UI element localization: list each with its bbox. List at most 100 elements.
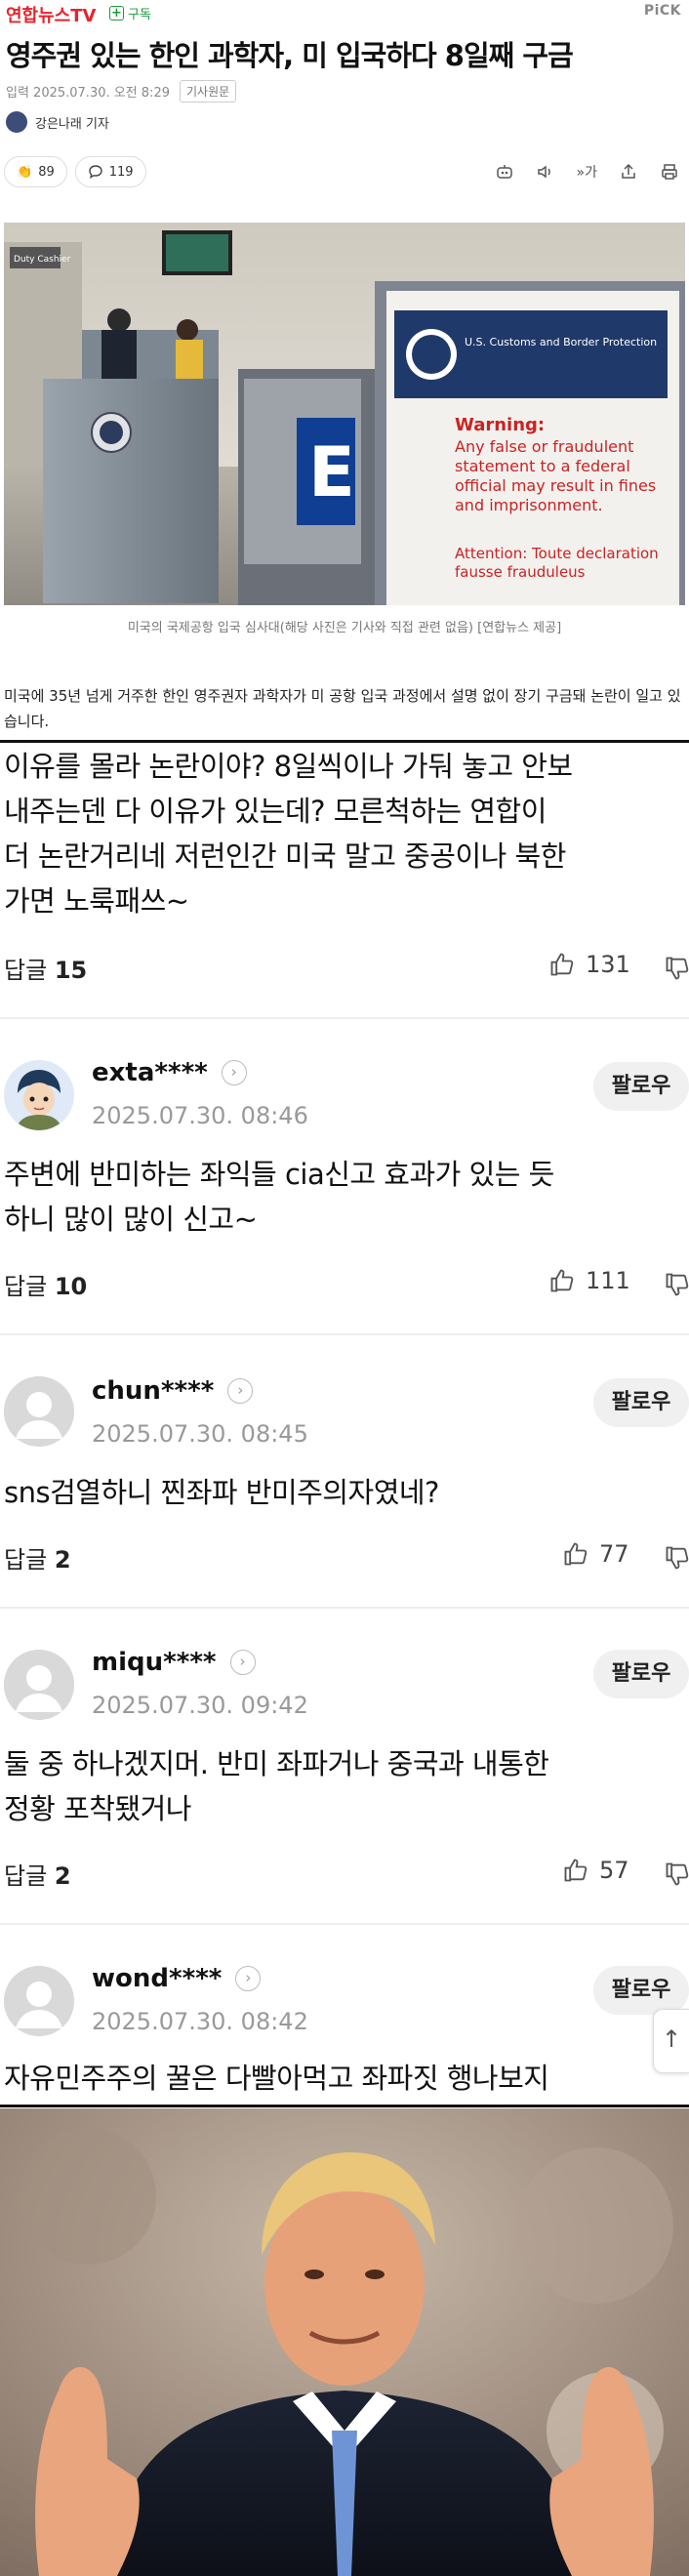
thumbs-down-icon[interactable] xyxy=(664,1271,689,1298)
like-button[interactable]: 111 xyxy=(548,1267,630,1294)
comment-date: 2025.07.30. 08:42 xyxy=(92,2008,308,2035)
reaction-button[interactable]: 👏 89 xyxy=(4,156,67,187)
section-separator xyxy=(0,740,689,743)
comment-line: 더 논란거리네 저런인간 미국 말고 중공이나 북한 xyxy=(4,839,566,873)
reply-button[interactable]: 답글 2 xyxy=(4,1857,71,1891)
comment-count-button[interactable]: 119 xyxy=(74,156,146,187)
comment-line: 주변에 반미하는 좌익들 cia신고 효과가 있는 듯 xyxy=(4,1158,554,1191)
clap-emoji-icon: 👏 xyxy=(17,164,33,180)
speaker-icon[interactable] xyxy=(536,162,555,182)
thumbs-down-icon[interactable] xyxy=(664,1860,689,1888)
reply-button[interactable]: 답글 10 xyxy=(4,1267,87,1301)
avatar[interactable] xyxy=(4,1966,74,2036)
reporter-name: 강은나래 기자 xyxy=(35,116,109,132)
pick-badge: PiCK xyxy=(643,3,681,19)
like-button[interactable]: 77 xyxy=(562,1540,629,1568)
reporter-avatar xyxy=(6,111,27,133)
comment-footer: 답글 2 57 xyxy=(4,1857,689,1892)
username-text: wond**** xyxy=(92,1964,223,1993)
chevron-right-icon[interactable]: › xyxy=(221,1060,247,1085)
like-count: 77 xyxy=(599,1540,629,1568)
article-title: 영주권 있는 한인 과학자, 미 입국하다 8일째 구금 xyxy=(6,39,574,72)
summary-robot-icon[interactable] xyxy=(495,162,514,182)
app-header: 연합뉴스TV + 구독 PiCK xyxy=(0,0,689,29)
photo-sign-cbp: U.S. Customs and Border Protection xyxy=(465,336,657,348)
comment-body: 주변에 반미하는 좌익들 cia신고 효과가 있는 듯 하니 많이 많이 신고~ xyxy=(4,1152,554,1242)
thumbs-up-icon xyxy=(550,1269,574,1292)
follow-button[interactable]: 팔로우 xyxy=(593,1966,689,2015)
reply-count: 10 xyxy=(54,1273,88,1300)
article-lead: 미국에 35년 넘게 거주한 한인 영주권자 과학자가 미 공항 입국 과정에서… xyxy=(4,687,681,730)
thumbs-up-icon xyxy=(564,1542,588,1566)
photo-warning-body: Any false or fraudulent statement to a f… xyxy=(455,437,657,514)
avatar[interactable] xyxy=(4,1376,74,1447)
font-size-label: 가 xyxy=(585,165,597,181)
share-icon[interactable] xyxy=(619,162,638,182)
scroll-to-top-button[interactable]: ↑ xyxy=(653,2009,689,2073)
username-text: miqu**** xyxy=(92,1648,217,1677)
avatar[interactable] xyxy=(4,1060,74,1130)
section-separator xyxy=(0,2105,689,2107)
article-toolbar: »가 xyxy=(495,162,679,182)
reply-button[interactable]: 답글 15 xyxy=(4,951,87,985)
reply-count: 15 xyxy=(54,957,88,984)
comment-body: sns검열하니 찐좌파 반미주의자였네? xyxy=(4,1470,439,1515)
comment-line: 가면 노룩패쓰~ xyxy=(4,884,189,918)
font-size-button[interactable]: »가 xyxy=(577,162,597,182)
subscribe-label: 구독 xyxy=(128,8,151,22)
reply-label: 답글 xyxy=(4,957,48,984)
comment-footer: 답글 15 131 xyxy=(4,951,689,986)
original-article-link[interactable]: 기사원문 xyxy=(180,80,237,102)
comment-username[interactable]: exta**** › xyxy=(92,1058,247,1087)
thumbs-down-icon[interactable] xyxy=(664,955,689,982)
reaction-bar: 👏 89 119 xyxy=(4,156,146,187)
reply-label: 답글 xyxy=(4,1862,48,1890)
publish-date: 입력 2025.07.30. 오전 8:29 xyxy=(6,86,170,101)
reply-button[interactable]: 답글 2 xyxy=(4,1540,71,1574)
plus-icon: + xyxy=(109,6,124,20)
avatar[interactable] xyxy=(4,1650,74,1720)
reporter-byline[interactable]: 강은나래 기자 xyxy=(6,111,109,133)
photo-warning-title: Warning: xyxy=(455,415,545,435)
comment-line: 자유민주주의 꿀은 다빨아먹고 좌파짓 행나보지 xyxy=(4,2062,549,2095)
comment-line: 하니 많이 많이 신고~ xyxy=(4,1203,258,1236)
print-icon[interactable] xyxy=(660,162,679,182)
comment-line: 내주는덴 다 이유가 있는데? 모른척하는 연합이 xyxy=(4,795,547,828)
photo-attention: Attention: Toute declaration fausse frau… xyxy=(455,545,659,581)
comment-body: 자유민주주의 꿀은 다빨아먹고 좌파짓 행나보지 xyxy=(4,2056,549,2101)
reaction-count: 89 xyxy=(38,164,55,180)
follow-button[interactable]: 팔로우 xyxy=(593,1062,689,1111)
brand-logo[interactable]: 연합뉴스TV xyxy=(6,2,96,27)
comment-username[interactable]: chun**** › xyxy=(92,1376,254,1406)
comment-footer: 답글 10 111 xyxy=(4,1267,689,1302)
like-count: 111 xyxy=(586,1267,630,1294)
reply-count: 2 xyxy=(54,1862,71,1890)
reply-label: 답글 xyxy=(4,1546,48,1574)
comment-date: 2025.07.30. 09:42 xyxy=(92,1692,308,1719)
follow-button[interactable]: 팔로우 xyxy=(593,1650,689,1698)
comment-divider xyxy=(0,1017,689,1019)
article-meta: 입력 2025.07.30. 오전 8:29 기사원문 xyxy=(6,80,237,102)
photo-sign-e: E xyxy=(308,432,355,512)
comment-divider xyxy=(0,1333,689,1335)
like-button[interactable]: 131 xyxy=(548,951,630,978)
username-text: chun**** xyxy=(92,1376,215,1406)
comment-divider xyxy=(0,1923,689,1925)
reply-label: 답글 xyxy=(4,1273,48,1300)
comment-count: 119 xyxy=(108,164,134,180)
comment-username[interactable]: miqu**** › xyxy=(92,1648,256,1677)
photo-caption: 미국의 국제공항 입국 심사대(해당 사진은 기사와 직접 관련 없음) [연합… xyxy=(127,621,562,635)
chevron-right-icon[interactable]: › xyxy=(235,1966,262,1991)
follow-button[interactable]: 팔로우 xyxy=(593,1378,689,1427)
chevron-right-icon[interactable]: › xyxy=(227,1378,254,1404)
comment-username[interactable]: wond**** › xyxy=(92,1964,262,1993)
reply-count: 2 xyxy=(54,1546,71,1574)
speech-bubble-icon xyxy=(89,165,102,179)
subscribe-button[interactable]: + 구독 xyxy=(109,4,151,22)
comment-date: 2025.07.30. 08:45 xyxy=(92,1420,308,1448)
like-button[interactable]: 57 xyxy=(562,1857,629,1884)
comment-line: 둘 중 하나겠지머. 반미 좌파거나 중국과 내통한 xyxy=(4,1747,549,1780)
thumbs-down-icon[interactable] xyxy=(664,1544,689,1572)
like-count: 57 xyxy=(599,1857,629,1884)
chevron-right-icon[interactable]: › xyxy=(229,1650,256,1675)
